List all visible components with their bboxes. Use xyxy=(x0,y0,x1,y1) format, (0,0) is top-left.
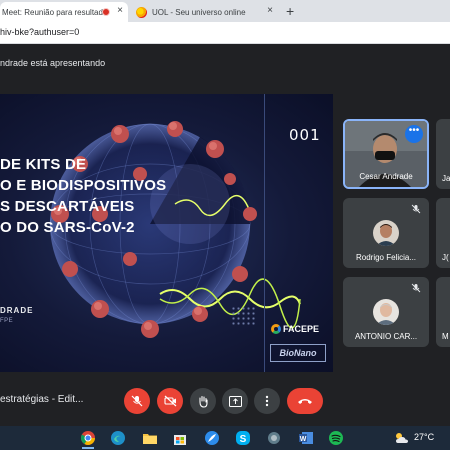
participant-name: M xyxy=(442,332,449,341)
participant-name: Ja xyxy=(442,174,450,183)
browser-tab-strip: Meet: Reunião para resultad × UOL - Seu … xyxy=(0,0,450,22)
weather-icon[interactable] xyxy=(394,430,410,446)
tab-meet-label: Meet: Reunião para resultad xyxy=(2,7,103,17)
uol-favicon-icon xyxy=(136,6,147,18)
chrome-icon[interactable] xyxy=(80,430,96,449)
mic-muted-icon xyxy=(411,283,421,293)
slide-presenter-affiliation: FPE xyxy=(0,318,14,324)
screen: Meet: Reunião para resultad × UOL - Seu … xyxy=(0,0,450,450)
leave-call-button[interactable] xyxy=(287,388,323,414)
participant-name: J( xyxy=(442,253,449,262)
avatar xyxy=(373,299,399,325)
feather-icon[interactable] xyxy=(204,430,220,446)
slide-number: 001 xyxy=(289,126,321,144)
camera-off-icon xyxy=(163,395,176,407)
temperature-text[interactable]: 27°C xyxy=(414,432,434,442)
word-icon[interactable]: W xyxy=(298,430,314,446)
facepe-logo: FACEPE xyxy=(271,324,319,334)
presentation-slide: DE KITS DE O E BIODISPOSITIVOS S DESCART… xyxy=(0,94,333,372)
decorative-dot-grid xyxy=(231,306,255,326)
camera-toggle-button[interactable] xyxy=(157,388,183,414)
meeting-title: estratégias - Edit... xyxy=(0,394,84,405)
present-screen-icon xyxy=(228,395,242,407)
tab-meet[interactable]: Meet: Reunião para resultad × xyxy=(0,2,128,22)
file-explorer-icon[interactable] xyxy=(142,430,158,446)
present-now-button[interactable] xyxy=(222,388,248,414)
svg-text:W: W xyxy=(300,436,307,443)
tab-meet-close-icon[interactable]: × xyxy=(117,5,123,16)
microphone-toggle-button[interactable] xyxy=(124,388,150,414)
windows-taskbar: S W 27°C xyxy=(0,426,450,450)
raise-hand-button[interactable] xyxy=(190,388,216,414)
more-vert-icon xyxy=(265,395,269,407)
participant-tile-ja[interactable]: Ja xyxy=(436,119,450,189)
facepe-logo-icon xyxy=(271,324,281,334)
new-tab-button[interactable]: + xyxy=(286,3,294,19)
phone-hangup-icon xyxy=(298,399,312,404)
participant-tile-antonio[interactable]: ANTONIO CAR... xyxy=(343,277,429,347)
participant-name: Rodrigo Felicia... xyxy=(355,253,417,262)
slide-title: DE KITS DE O E BIODISPOSITIVOS S DESCART… xyxy=(0,154,166,238)
spotify-icon[interactable] xyxy=(328,430,344,446)
edge-icon[interactable] xyxy=(110,430,126,446)
svg-text:S: S xyxy=(240,434,247,445)
slide-title-line: O E BIODISPOSITIVOS xyxy=(0,177,167,194)
hand-icon xyxy=(199,395,208,408)
recording-icon xyxy=(102,8,110,16)
participant-name: ANTONIO CAR... xyxy=(354,332,418,341)
more-options-button[interactable] xyxy=(254,388,280,414)
slide-title-line: S DESCARTÁVEIS xyxy=(0,198,135,215)
presenting-banner: ndrade está apresentando xyxy=(0,58,106,68)
tab-uol[interactable]: UOL - Seu universo online × xyxy=(132,2,278,22)
camera-app-icon[interactable] xyxy=(266,430,282,446)
meeting-controls-bar: estratégias - Edit... xyxy=(0,372,450,426)
store-icon[interactable] xyxy=(172,430,188,446)
slide-title-line: O DO SARS-CoV-2 xyxy=(0,219,135,236)
participant-tile-j[interactable]: J( xyxy=(436,198,450,268)
slide-title-line: DE KITS DE xyxy=(0,156,87,173)
address-bar[interactable]: hiv-bke?authuser=0 xyxy=(0,22,450,44)
url-text[interactable]: hiv-bke?authuser=0 xyxy=(0,27,79,37)
participant-tile-m[interactable]: M xyxy=(436,277,450,347)
slide-divider xyxy=(264,94,265,372)
skype-icon[interactable]: S xyxy=(235,430,251,446)
mic-off-icon xyxy=(131,395,143,407)
more-options-icon[interactable]: ••• xyxy=(405,125,423,143)
avatar xyxy=(373,220,399,246)
facepe-logo-text: FACEPE xyxy=(283,324,320,334)
slide-presenter-name: DRADE xyxy=(0,306,34,315)
tab-uol-close-icon[interactable]: × xyxy=(267,5,273,16)
participant-tile-rodrigo[interactable]: Rodrigo Felicia... xyxy=(343,198,429,268)
mic-muted-icon xyxy=(411,204,421,214)
bionano-logo: BioNano xyxy=(270,344,326,362)
participant-name: Cesar Andrade xyxy=(359,172,413,181)
participant-tile-cesar-andrade[interactable]: ••• Cesar Andrade xyxy=(343,119,429,189)
tab-uol-label: UOL - Seu universo online xyxy=(152,7,246,17)
